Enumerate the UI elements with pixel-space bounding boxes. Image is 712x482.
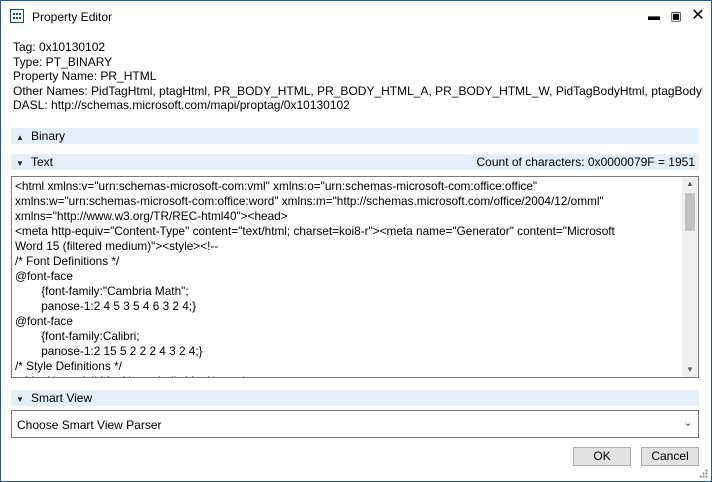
smart-view-parser-select[interactable]: Choose Smart View Parser ⌄ <box>11 410 699 438</box>
scroll-thumb[interactable] <box>685 193 695 231</box>
text-section-header[interactable]: ▼ Text Count of characters: 0x0000079F =… <box>11 154 699 170</box>
binary-section-header[interactable]: ▲ Binary <box>11 128 699 144</box>
maximize-icon: ▣ <box>670 9 682 23</box>
cancel-button[interactable]: Cancel <box>641 447 699 466</box>
chevron-down-icon[interactable]: ⌄ <box>681 416 695 432</box>
text-content[interactable]: <html xmlns:v="urn:schemas-microsoft-com… <box>15 179 677 377</box>
ok-button[interactable]: OK <box>573 447 631 466</box>
property-dasl: DASL: http://schemas.microsoft.com/mapi/… <box>13 98 350 112</box>
collapse-triangle-icon: ▼ <box>16 395 24 404</box>
expand-triangle-icon: ▲ <box>16 133 24 142</box>
property-editor-window: Property Editor ▬ ▣ ✕ Tag: 0x10130102 Ty… <box>0 0 712 482</box>
property-tag: Tag: 0x10130102 <box>13 40 106 54</box>
text-section-label: Text <box>31 155 54 169</box>
close-button[interactable]: ✕ <box>685 5 711 27</box>
property-other-names: Other Names: PidTagHtml, ptagHtml, PR_BO… <box>13 83 703 98</box>
collapse-triangle-icon: ▼ <box>16 159 24 168</box>
property-info: Tag: 0x10130102 Type: PT_BINARY Property… <box>13 40 703 113</box>
scroll-down-icon[interactable]: ▼ <box>682 363 698 377</box>
app-icon <box>10 9 24 23</box>
close-icon: ✕ <box>691 7 705 24</box>
smart-view-section-header[interactable]: ▼ Smart View <box>11 390 699 406</box>
property-type: Type: PT_BINARY <box>13 54 113 69</box>
window-title: Property Editor <box>32 10 113 24</box>
vertical-scrollbar[interactable]: ▲ ▼ <box>682 177 698 377</box>
title-bar[interactable]: Property Editor ▬ ▣ ✕ <box>1 1 711 33</box>
property-name: Property Name: PR_HTML <box>13 69 157 83</box>
resize-grip-icon[interactable] <box>699 469 708 478</box>
text-content-box[interactable]: <html xmlns:v="urn:schemas-microsoft-com… <box>11 176 699 378</box>
character-count: Count of characters: 0x0000079F = 1951 <box>476 155 695 169</box>
minimize-icon: ▬ <box>648 9 660 23</box>
smart-view-parser-value: Choose Smart View Parser <box>17 418 162 432</box>
scroll-up-icon[interactable]: ▲ <box>682 177 698 191</box>
smart-view-section-label: Smart View <box>31 391 93 405</box>
binary-section-label: Binary <box>31 129 66 143</box>
